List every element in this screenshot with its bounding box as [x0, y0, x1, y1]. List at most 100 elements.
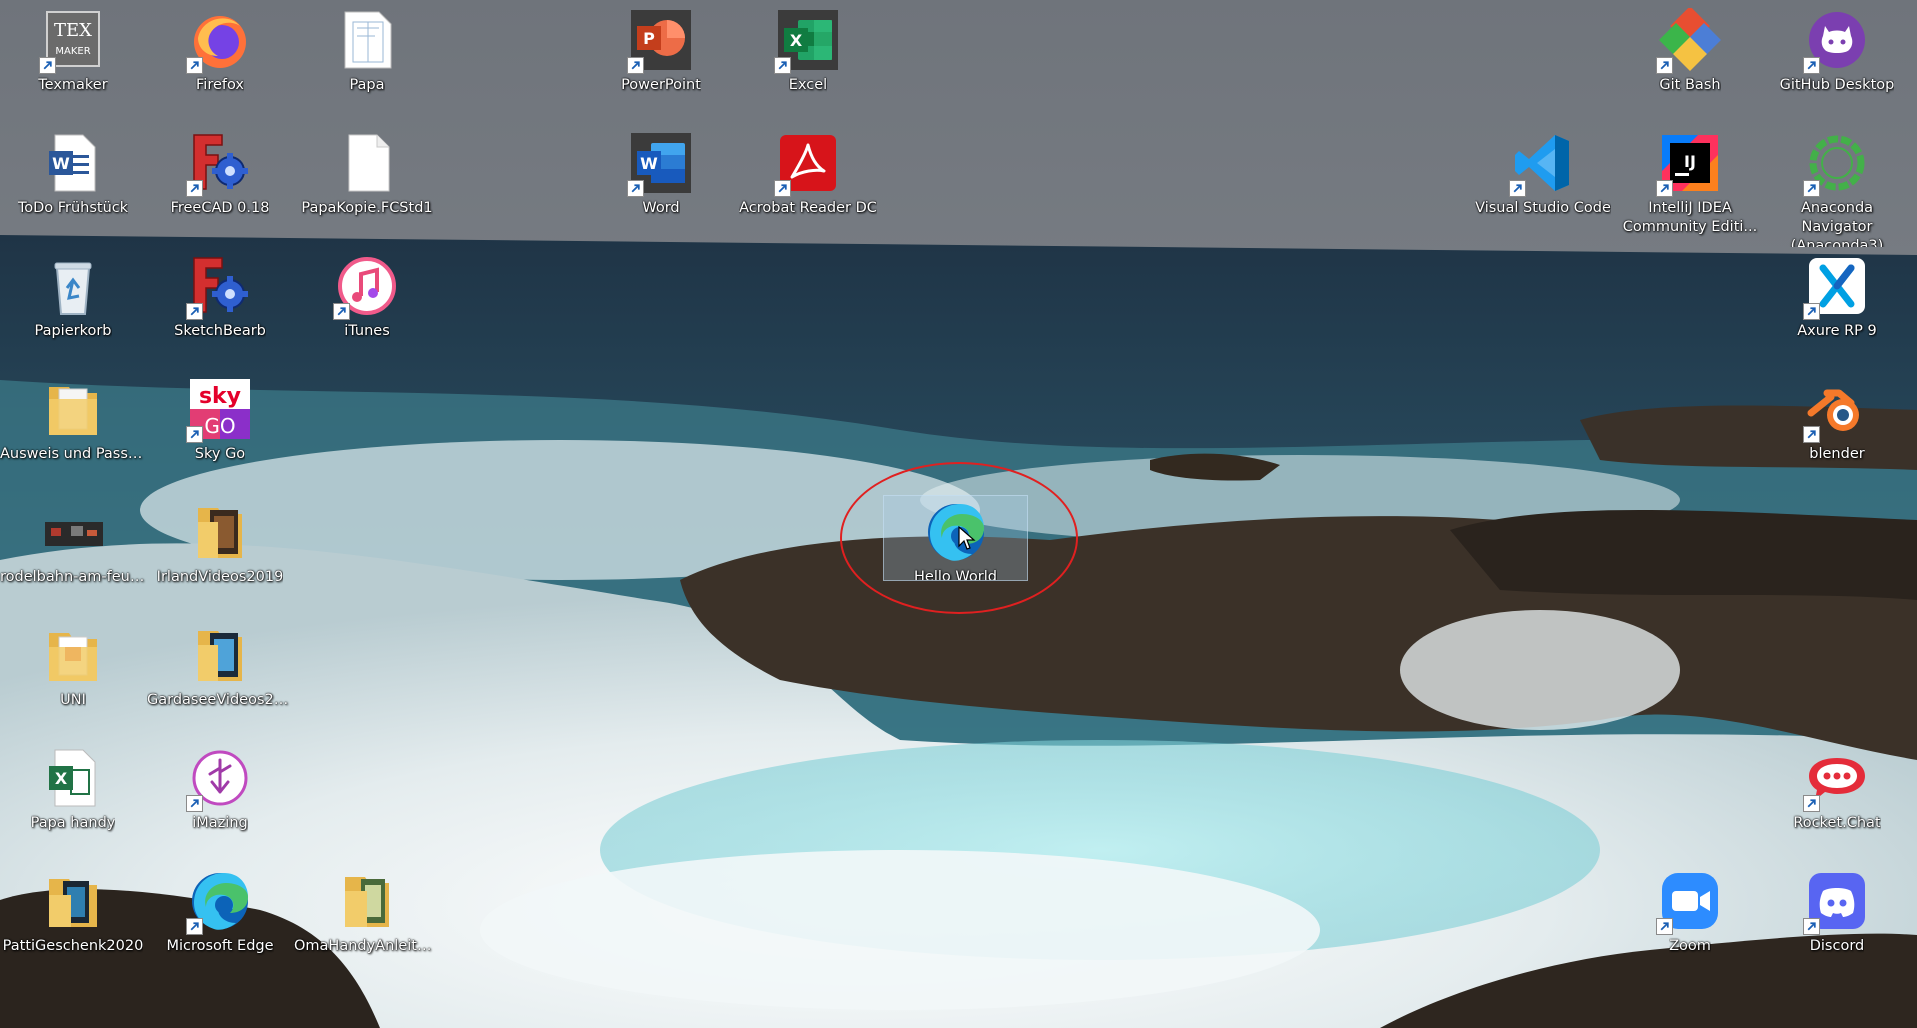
desktop-icon-anaconda-navigator[interactable]: Anaconda Navigator (Anaconda3) [1763, 127, 1911, 247]
shortcut-arrow-icon [186, 57, 203, 74]
svg-text:W: W [640, 154, 658, 173]
desktop-icon-uni-folder[interactable]: UNI [0, 619, 147, 739]
shortcut-arrow-icon [1803, 180, 1820, 197]
icon-label: Papierkorb [34, 323, 112, 339]
desktop-icon-zoom[interactable]: Zoom [1616, 865, 1764, 985]
icon-label: Papa [349, 77, 385, 93]
icon-label: Papa handy [30, 815, 116, 831]
icon-label: Word [642, 200, 680, 216]
shortcut-arrow-icon [627, 57, 644, 74]
icon-label: blender [1809, 446, 1865, 462]
icon-label: IrlandVideos2019 [156, 569, 284, 585]
icon-label: UNI [60, 692, 86, 708]
icon-label: GardaseeVideos2019 [147, 692, 293, 708]
desktop-icon-texmaker[interactable]: TEX MAKER Texmaker [0, 4, 147, 124]
desktop-icon-papa-handy[interactable]: X Papa handy [0, 742, 147, 862]
shortcut-arrow-icon [1803, 426, 1820, 443]
desktop-icon-discord[interactable]: Discord [1763, 865, 1911, 985]
shortcut-arrow-icon [1803, 795, 1820, 812]
svg-text:P: P [643, 29, 655, 48]
svg-text:GO: GO [204, 414, 235, 438]
desktop-icon-sky-go[interactable]: sky GO Sky Go [146, 373, 294, 493]
desktop-icon-irlandvideos-folder[interactable]: IrlandVideos2019 [146, 496, 294, 616]
desktop-icon-word[interactable]: W Word [587, 127, 735, 247]
desktop-icon-papierkorb[interactable]: Papierkorb [0, 250, 147, 370]
blender-icon [1803, 377, 1869, 443]
svg-text:X: X [790, 31, 803, 50]
zoom-icon [1656, 869, 1722, 935]
icon-label: OmaHandyAnleitung [294, 938, 440, 954]
icon-label: Zoom [1669, 938, 1711, 954]
desktop-icon-pattigeschenk-folder[interactable]: PattiGeschenk2020 [0, 865, 147, 985]
desktop-icon-acrobat-reader[interactable]: Acrobat Reader DC [734, 127, 882, 247]
desktop-icon-powerpoint[interactable]: P PowerPoint [587, 4, 735, 124]
icon-label: Microsoft Edge [166, 938, 274, 954]
excel-icon: X [774, 8, 840, 74]
shortcut-arrow-icon [1656, 918, 1673, 935]
desktop-icon-microsoft-edge[interactable]: Microsoft Edge [146, 865, 294, 985]
discord-icon [1803, 869, 1869, 935]
excel-document-icon: X [41, 746, 105, 810]
folder-icon [188, 623, 252, 687]
icon-label: Excel [788, 77, 828, 93]
powerpoint-icon: P [627, 8, 693, 74]
shortcut-arrow-icon [333, 303, 350, 320]
desktop-icon-papa-file[interactable]: Papa [293, 4, 441, 124]
shortcut-arrow-icon [186, 795, 203, 812]
svg-text:IJ: IJ [1684, 152, 1696, 171]
icon-label: Git Bash [1659, 77, 1721, 93]
desktop-icon-github-desktop[interactable]: GitHub Desktop [1763, 4, 1911, 124]
desktop-icon-blender[interactable]: blender [1763, 373, 1911, 493]
blueprint-file-icon [335, 8, 399, 72]
desktop-icon-papakopie-file[interactable]: PapaKopie.FCStd1 [293, 127, 441, 247]
desktop-icon-visual-studio-code[interactable]: Visual Studio Code [1469, 127, 1617, 247]
axure-icon [1803, 254, 1869, 320]
desktop-icon-itunes[interactable]: iTunes [293, 250, 441, 370]
vscode-icon [1509, 131, 1575, 197]
desktop-icon-firefox[interactable]: Firefox [146, 4, 294, 124]
icon-label: Texmaker [38, 77, 108, 93]
folder-icon [41, 377, 105, 441]
shortcut-arrow-icon [186, 303, 203, 320]
desktop-icon-freecad[interactable]: FreeCAD 0.18 [146, 127, 294, 247]
shortcut-arrow-icon [1803, 57, 1820, 74]
desktop-icon-gardaseevideos-folder[interactable]: GardaseeVideos2019 [146, 619, 294, 739]
word-icon: W [627, 131, 693, 197]
desktop-icon-sketchbearb[interactable]: SketchBearb [146, 250, 294, 370]
desktop-icon-excel[interactable]: X Excel [734, 4, 882, 124]
desktop-icon-rodelbahn-video[interactable]: rodelbahn-am-feue... [0, 496, 147, 616]
desktop-icon-axure-rp[interactable]: Axure RP 9 [1763, 250, 1911, 370]
icon-label: Firefox [196, 77, 244, 93]
icon-label: FreeCAD 0.18 [170, 200, 270, 216]
desktop-icon-hello-world[interactable]: Hello World [883, 495, 1028, 581]
intellij-icon: IJ [1656, 131, 1722, 197]
icon-label: PowerPoint [621, 77, 701, 93]
desktop-icon-omahandyanleitung-folder[interactable]: OmaHandyAnleitung [293, 865, 441, 985]
desktop-icon-rocket-chat[interactable]: Rocket.Chat [1763, 742, 1911, 862]
icon-label: Anaconda Navigator (Anaconda3) [1790, 200, 1884, 247]
freecad-icon [186, 131, 252, 197]
folder-icon [335, 869, 399, 933]
desktop-icon-imazing[interactable]: iMazing [146, 742, 294, 862]
texmaker-icon: TEX MAKER [39, 8, 105, 74]
git-bash-icon [1656, 8, 1722, 74]
recycle-bin-icon [41, 254, 105, 318]
video-thumbnail-icon [41, 500, 105, 564]
freecad-icon [186, 254, 252, 320]
shortcut-arrow-icon [186, 426, 203, 443]
svg-text:X: X [55, 769, 68, 788]
svg-text:TEX: TEX [54, 20, 92, 41]
shortcut-arrow-icon [186, 918, 203, 935]
desktop-icon-ausweis-folder[interactable]: Ausweis und Passfoto [0, 373, 147, 493]
icon-label: Acrobat Reader DC [739, 200, 877, 216]
desktop-icon-intellij-idea[interactable]: IJ IntelliJ IDEA Community Editi... [1616, 127, 1764, 247]
folder-icon [188, 500, 252, 564]
icon-label: Sky Go [194, 446, 246, 462]
desktop-icon-git-bash[interactable]: Git Bash [1616, 4, 1764, 124]
blank-file-icon [335, 131, 399, 195]
icon-label: ToDo Frühstück [17, 200, 129, 216]
icon-label: PattiGeschenk2020 [2, 938, 144, 954]
icon-label: rodelbahn-am-feue... [0, 569, 146, 585]
shortcut-arrow-icon [774, 180, 791, 197]
desktop-icon-todo-fruehstueck[interactable]: W ToDo Frühstück [0, 127, 147, 247]
